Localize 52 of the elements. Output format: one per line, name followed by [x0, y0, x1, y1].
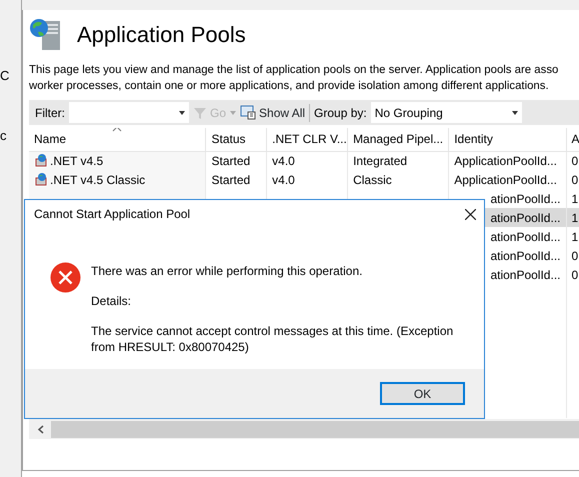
table-cell: ationPoolId...: [490, 192, 560, 206]
app-pool-icon: [34, 172, 48, 186]
table-cell: 0: [572, 248, 578, 262]
table-cell: 0: [572, 268, 578, 282]
globe-server-icon: [29, 17, 63, 51]
panel-text: c: [0, 127, 6, 145]
filter-label: Filter:: [35, 104, 65, 122]
error-icon: [50, 262, 81, 293]
table-cell: ApplicationPoolId...: [454, 154, 557, 168]
description-line: worker processes, contain one or more applications, and provide isolation among different applications.: [29, 79, 550, 94]
panel-text: C: [0, 67, 10, 85]
funnel-icon: [193, 106, 207, 120]
column-header[interactable]: Identity: [448, 128, 566, 151]
table-cell: ationPoolId...: [490, 248, 560, 262]
filter-field[interactable]: [69, 102, 189, 123]
page-title: Application Pools: [77, 20, 246, 49]
close-icon[interactable]: [465, 208, 476, 220]
dropdown-arrow-icon: [512, 110, 518, 114]
table-cell: ationPoolId...: [490, 230, 560, 244]
column-header[interactable]: .NET CLR V...: [266, 128, 348, 151]
table-cell: v4.0: [272, 154, 295, 168]
show-all-button[interactable]: Show All: [240, 104, 306, 122]
table-cell: 0: [572, 172, 578, 186]
table-cell: Integrated: [353, 154, 408, 168]
column-header[interactable]: Status: [206, 128, 267, 151]
table-cell: 1: [572, 230, 578, 244]
description-line: This page lets you view and manage the list of application pools on the server. Application pools are asso: [29, 63, 560, 78]
error-message: There was an error while performing this operation.: [91, 263, 364, 279]
details-label: Details:: [91, 293, 132, 309]
table-cell: Classic: [353, 172, 392, 186]
table-cell: 1: [572, 210, 578, 224]
ok-button[interactable]: OK: [380, 382, 465, 405]
table-cell: 1: [572, 192, 578, 206]
table-cell: ationPoolId...: [490, 268, 560, 282]
column-header[interactable]: Managed Pipel...: [348, 128, 449, 151]
table-cell: ationPoolId...: [490, 210, 560, 224]
scroll-left-icon[interactable]: [37, 424, 45, 434]
group-by-label: Group by:: [314, 104, 367, 122]
column-header[interactable]: Name: [29, 128, 206, 151]
app-pool-icon: [34, 152, 48, 167]
table-cell: ApplicationPoolId...: [454, 172, 557, 186]
group-by-dropdown[interactable]: No Grouping: [370, 102, 522, 123]
dropdown-arrow-icon: [179, 110, 185, 114]
horizontal-scrollbar[interactable]: [29, 419, 579, 439]
list-refresh-icon: [240, 105, 256, 120]
table-cell: 0: [572, 154, 578, 168]
dropdown-arrow-icon: [230, 110, 236, 114]
dialog-title: Cannot Start Application Pool: [34, 206, 190, 223]
table-cell: Started: [211, 172, 250, 186]
table-cell: v4.0: [272, 172, 295, 186]
error-details: The service cannot accept control messages at this time. (Exception from HRESULT: 0x80070425): [91, 323, 454, 355]
table-cell: Started: [211, 154, 250, 168]
